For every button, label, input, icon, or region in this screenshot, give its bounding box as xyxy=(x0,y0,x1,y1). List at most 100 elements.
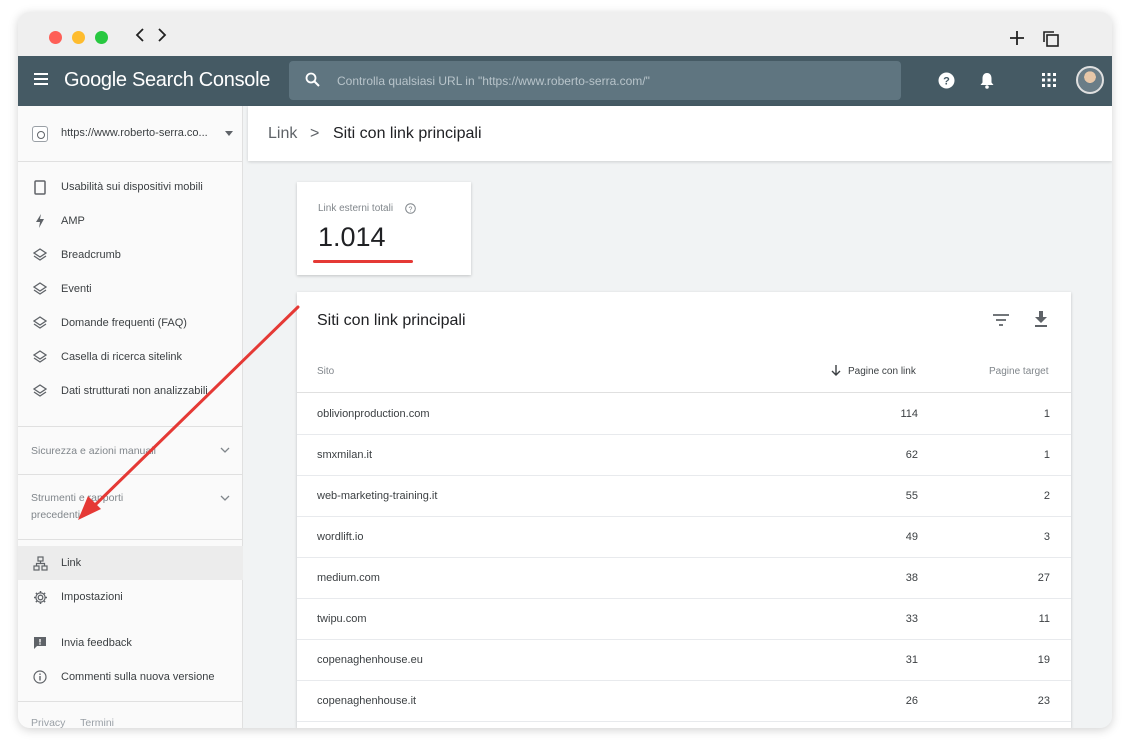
column-header-site[interactable]: Sito xyxy=(317,366,334,377)
chevron-down-icon xyxy=(220,447,230,453)
breadcrumb-parent-link[interactable]: Link xyxy=(268,125,297,143)
breadcrumb: Link > Siti con link principali xyxy=(248,106,1112,161)
gear-icon xyxy=(33,590,47,604)
help-icon[interactable]: ? xyxy=(938,72,955,89)
sort-arrow-down-icon[interactable] xyxy=(831,365,841,377)
cell-pages: 26 xyxy=(905,695,918,707)
cell-target: 23 xyxy=(1037,695,1050,707)
layers-icon xyxy=(33,248,47,261)
sidebar-item-label: AMP xyxy=(61,215,85,227)
menu-icon[interactable] xyxy=(34,73,48,85)
sidebar-footer: Privacy Termini xyxy=(31,717,126,728)
column-header-pages-with-links[interactable]: Pagine con link xyxy=(848,366,916,377)
sidebar-divider xyxy=(18,539,243,540)
tabs-overview-icon[interactable] xyxy=(1042,30,1060,48)
filter-icon[interactable] xyxy=(993,314,1009,326)
breadcrumb-separator: > xyxy=(310,125,320,142)
section-label: Sicurezza e azioni manuali xyxy=(31,445,156,457)
browser-titlebar xyxy=(18,12,1112,56)
top-linking-sites-table: Siti con link principali Sito Pagine con… xyxy=(297,292,1071,728)
sidebar-item-faq[interactable]: Domande frequenti (FAQ) xyxy=(18,306,243,340)
apps-grid-icon[interactable] xyxy=(1042,73,1056,87)
sidebar-item-label: Impostazioni xyxy=(61,591,123,603)
table-row[interactable]: copenaghenhouse.eu 31 19 xyxy=(297,640,1071,681)
app-title[interactable]: Google Search Console xyxy=(64,69,270,92)
cell-site: wordlift.io xyxy=(317,531,364,543)
sidebar-item-mobile-usability[interactable]: Usabilità sui dispositivi mobili xyxy=(18,170,243,204)
red-underline-annotation xyxy=(313,260,413,263)
cell-target: 3 xyxy=(1043,531,1050,543)
browser-window: Google Search Console ? https://www.robe… xyxy=(18,12,1112,728)
cell-site: copenaghenhouse.eu xyxy=(317,654,423,666)
table-row[interactable]: smxmilan.it 62 1 xyxy=(297,435,1071,476)
new-tab-icon[interactable] xyxy=(1009,30,1025,46)
search-input[interactable] xyxy=(337,70,877,92)
table-row[interactable]: copenaghenhouse.it 26 23 xyxy=(297,681,1071,722)
cell-pages: 49 xyxy=(905,531,918,543)
cell-pages: 31 xyxy=(905,654,918,666)
sidebar-item-send-feedback[interactable]: Invia feedback xyxy=(18,626,243,660)
sidebar-item-label: Eventi xyxy=(61,283,92,295)
table-row[interactable]: wordlift.io 49 3 xyxy=(297,517,1071,558)
search-icon xyxy=(305,72,320,87)
chevron-down-icon xyxy=(220,495,230,501)
cell-target: 19 xyxy=(1037,654,1050,666)
column-header-target-pages[interactable]: Pagine target xyxy=(989,366,1049,377)
layers-icon xyxy=(33,282,47,295)
cell-site: medium.com xyxy=(317,572,380,584)
sidebar-section-legacy-tools[interactable]: Strumenti e rapporti precedenti xyxy=(18,474,243,539)
cell-target: 27 xyxy=(1037,572,1050,584)
back-arrow-icon[interactable] xyxy=(134,27,146,43)
cell-site: twipu.com xyxy=(317,613,367,625)
sidebar-item-links[interactable]: Link xyxy=(18,546,243,580)
sidebar-section-security[interactable]: Sicurezza e azioni manuali xyxy=(18,426,243,474)
table-title: Siti con link principali xyxy=(317,312,466,329)
sidebar-item-sitelinks-searchbox[interactable]: Casella di ricerca sitelink xyxy=(18,340,243,374)
sidebar-item-label: Commenti sulla nuova versione xyxy=(61,671,215,683)
sidebar-item-label: Usabilità sui dispositivi mobili xyxy=(61,181,203,193)
cell-target: 11 xyxy=(1038,613,1050,625)
privacy-link[interactable]: Privacy xyxy=(31,717,65,728)
close-window-button[interactable] xyxy=(49,31,62,44)
sidebar-item-amp[interactable]: AMP xyxy=(18,204,243,238)
phone-icon xyxy=(34,179,46,195)
section-label-line1: Strumenti e rapporti xyxy=(31,492,124,504)
minimize-window-button[interactable] xyxy=(72,31,85,44)
section-label-line2: precedenti xyxy=(31,509,81,521)
table-row[interactable]: oblivionproduction.com 114 1 xyxy=(297,394,1071,435)
svg-text:?: ? xyxy=(943,76,950,88)
table-row[interactable]: medium.com 38 27 xyxy=(297,558,1071,599)
cell-pages: 33 xyxy=(905,613,918,625)
sidebar-item-settings[interactable]: Impostazioni xyxy=(18,580,243,614)
user-avatar[interactable] xyxy=(1076,66,1104,94)
maximize-window-button[interactable] xyxy=(95,31,108,44)
forward-arrow-icon[interactable] xyxy=(156,27,168,43)
property-icon xyxy=(32,126,48,142)
layers-icon xyxy=(33,384,47,397)
property-url: https://www.roberto-serra.co... xyxy=(61,127,208,139)
property-selector[interactable]: https://www.roberto-serra.co... xyxy=(18,106,243,162)
layers-icon xyxy=(33,316,47,329)
sidebar: https://www.roberto-serra.co... Usabilit… xyxy=(18,106,243,728)
sidebar-item-new-version-comments[interactable]: Commenti sulla nuova versione xyxy=(18,660,243,694)
sidebar-item-events[interactable]: Eventi xyxy=(18,272,243,306)
cell-pages: 38 xyxy=(905,572,918,584)
notifications-bell-icon[interactable] xyxy=(979,72,995,89)
cell-pages: 62 xyxy=(905,449,918,461)
cell-site: copenaghenhouse.it xyxy=(317,695,417,707)
stat-label: Link esterni totali xyxy=(318,203,394,214)
url-inspection-search[interactable] xyxy=(289,61,901,100)
table-row[interactable]: web-marketing-training.it 55 2 xyxy=(297,476,1071,517)
sidebar-item-label: Casella di ricerca sitelink xyxy=(61,351,183,363)
info-icon xyxy=(33,670,47,684)
table-row[interactable]: twipu.com 33 11 xyxy=(297,599,1071,640)
table-header: Sito Pagine con link Pagine target xyxy=(297,354,1071,393)
cell-target: 2 xyxy=(1043,490,1050,502)
sitemap-icon xyxy=(32,555,48,571)
terms-link[interactable]: Termini xyxy=(80,717,114,728)
help-circle-icon[interactable]: ? xyxy=(405,203,416,214)
sidebar-item-breadcrumb[interactable]: Breadcrumb xyxy=(18,238,243,272)
sidebar-item-unparsable-structured-data[interactable]: Dati strutturati non analizzabili xyxy=(18,374,243,408)
sidebar-item-label: Domande frequenti (FAQ) xyxy=(61,317,187,329)
download-icon[interactable] xyxy=(1034,311,1048,327)
